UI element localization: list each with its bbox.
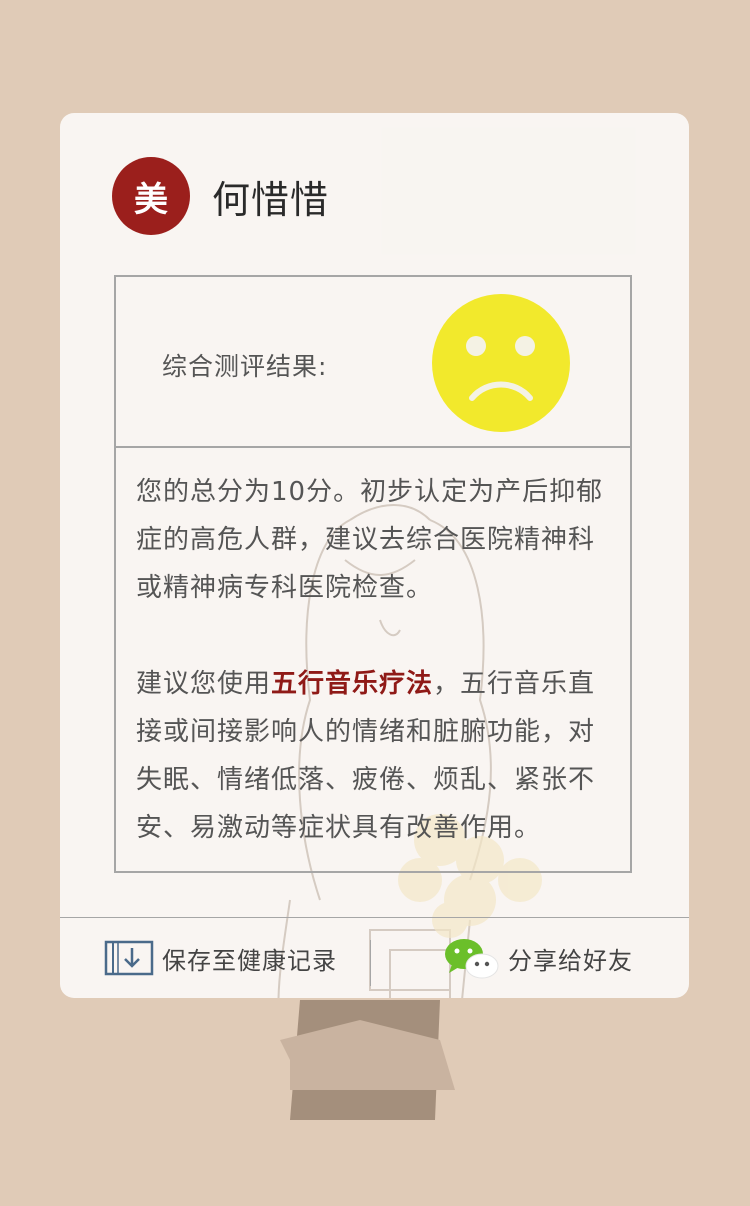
page: 美 何惜惜 综合测评结果: 您的总分为10分。初步认定为产后抑郁症的高危人群，建… — [0, 0, 750, 1206]
share-label: 分享给好友 — [508, 946, 633, 975]
result-header: 综合测评结果: — [116, 277, 630, 448]
therapy-link[interactable]: 五行音乐疗法 — [271, 669, 433, 699]
result-paragraph-1: 您的总分为10分。初步认定为产后抑郁症的高危人群，建议去综合医院精神科或精神病专… — [136, 477, 604, 603]
result-card: 美 何惜惜 综合测评结果: 您的总分为10分。初步认定为产后抑郁症的高危人群，建… — [60, 113, 689, 998]
footer-separator — [370, 940, 371, 986]
sad-face-icon — [432, 294, 570, 432]
result-label: 综合测评结果: — [162, 352, 328, 381]
save-label: 保存至健康记录 — [162, 946, 337, 975]
download-book-icon — [104, 940, 154, 976]
result-description: 您的总分为10分。初步认定为产后抑郁症的高危人群，建议去综合医院精神科或精神病专… — [116, 448, 630, 852]
user-header: 美 何惜惜 — [112, 157, 329, 235]
save-to-health-record-button[interactable]: 保存至健康记录 — [104, 936, 337, 980]
wechat-icon — [445, 939, 499, 979]
result-box: 综合测评结果: 您的总分为10分。初步认定为产后抑郁症的高危人群，建议去综合医院… — [114, 275, 632, 873]
result-paragraph-2: 建议您使用五行音乐疗法，五行音乐直接或间接影响人的情绪和脏腑功能，对失眠、情绪低… — [136, 660, 612, 852]
avatar: 美 — [112, 157, 190, 235]
recommendation-prefix: 建议您使用 — [136, 669, 272, 699]
action-bar: 保存至健康记录 分享给好友 — [60, 918, 689, 998]
user-name: 何惜惜 — [212, 177, 330, 222]
share-to-friends-button[interactable]: 分享给好友 — [444, 936, 633, 980]
